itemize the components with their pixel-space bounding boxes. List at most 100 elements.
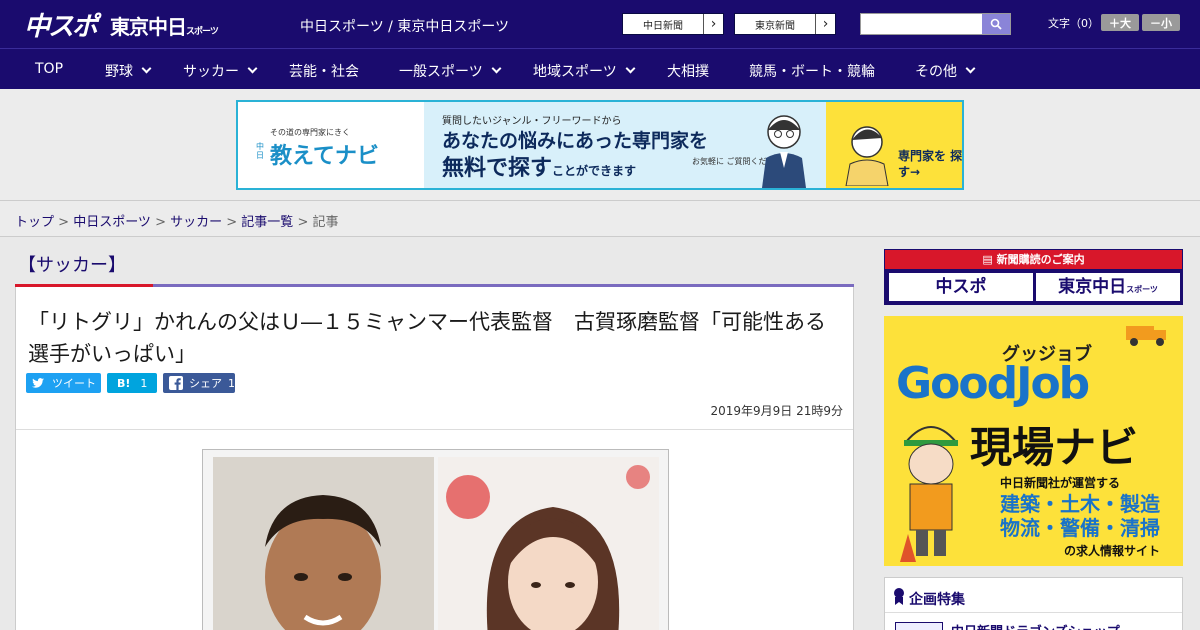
tweet-button[interactable]: ツイート bbox=[26, 373, 101, 393]
nav-item-entertainment[interactable]: 芸能・社会 bbox=[289, 61, 359, 81]
truck-icon bbox=[1126, 326, 1166, 346]
man-portrait bbox=[213, 457, 434, 630]
breadcrumb-separator: > bbox=[222, 215, 242, 230]
paper-link-label: 東京新聞 bbox=[755, 20, 795, 32]
subscribe-tokyo-label: 東京中日 bbox=[1058, 277, 1127, 297]
nav-item-label: 大相撲 bbox=[667, 64, 709, 80]
businessman-illustration bbox=[762, 115, 806, 188]
tokyo-chunichi-logo-small: スポーツ bbox=[186, 27, 219, 37]
ad-line1: 中日新聞社が運営する bbox=[1000, 476, 1121, 490]
banner-line2: あなたの悩みにあった専門家を bbox=[442, 130, 709, 152]
banner-line3: 無料で探すことができます bbox=[442, 150, 636, 182]
goodjob-ad[interactable]: グッジョブ GoodJob 現場ナビ 中日新聞社が運営する 建築・土木・製造 物… bbox=[884, 316, 1183, 566]
article-title: 「リトグリ」かれんの父はＵ―１５ミャンマー代表監督 古賀琢磨監督「可能性ある選手… bbox=[28, 310, 826, 366]
oshiete-navi-banner[interactable]: その道の専門家にきく 中日 教えてナビ 質問したいジャンル・フリーワードから あ… bbox=[236, 100, 964, 190]
photo-karen bbox=[438, 457, 659, 630]
banner-area: その道の専門家にきく 中日 教えてナビ 質問したいジャンル・フリーワードから あ… bbox=[0, 89, 1200, 201]
nav-item-baseball[interactable]: 野球 bbox=[105, 61, 152, 81]
tokyo-chunichi-logo[interactable]: 東京中日スポーツ bbox=[110, 11, 219, 40]
newspaper-icon: ▤ bbox=[982, 253, 997, 266]
banner-logo: 教えてナビ bbox=[270, 144, 379, 169]
nav-item-general-sports[interactable]: 一般スポーツ bbox=[399, 61, 502, 81]
nav-item-local-sports[interactable]: 地域スポーツ bbox=[533, 61, 636, 81]
nav-item-label: 野球 bbox=[105, 64, 133, 80]
banner-logo-prefix: 中日 bbox=[256, 142, 264, 160]
feature-divider bbox=[885, 612, 1182, 613]
chevron-down-icon bbox=[491, 63, 502, 74]
nav-item-racing[interactable]: 競馬・ボート・競輪 bbox=[749, 61, 875, 81]
hatena-count: 1 bbox=[140, 376, 148, 390]
chevron-down-icon bbox=[141, 63, 152, 74]
nav-item-sumo[interactable]: 大相撲 bbox=[667, 61, 709, 81]
top-header: 中スポ 東京中日スポーツ 中日スポーツ / 東京中日スポーツ 中日新聞 › 東京… bbox=[0, 0, 1200, 48]
chevron-right-icon: › bbox=[815, 14, 835, 34]
subscribe-tokyo-button[interactable]: 東京中日スポーツ bbox=[1036, 273, 1180, 301]
ad-title: 現場ナビ bbox=[970, 423, 1139, 472]
chevron-down-icon bbox=[965, 63, 976, 74]
breadcrumb-soccer[interactable]: サッカー bbox=[170, 215, 222, 230]
woman-portrait bbox=[438, 457, 659, 630]
breadcrumb-separator: > bbox=[293, 215, 313, 230]
breadcrumb: トップ > 中日スポーツ > サッカー > 記事一覧 > 記事 bbox=[0, 201, 1200, 237]
tokyo-shimbun-link[interactable]: 東京新聞 › bbox=[734, 13, 836, 35]
hatena-bookmark-button[interactable]: B! 1 bbox=[107, 373, 157, 393]
search-button[interactable] bbox=[982, 14, 1010, 34]
banner-logo-panel: その道の専門家にきく 中日 教えてナビ bbox=[238, 102, 424, 188]
breadcrumb-separator: > bbox=[150, 215, 171, 230]
ad-brand: GoodJob bbox=[896, 358, 1090, 409]
nav-item-other[interactable]: その他 bbox=[915, 61, 976, 81]
subscribe-box: ▤ 新聞購読のご案内 中スポ 東京中日スポーツ bbox=[884, 249, 1183, 305]
nav-item-top[interactable]: TOP bbox=[35, 61, 63, 77]
nav-item-soccer[interactable]: サッカー bbox=[183, 61, 258, 81]
chevron-down-icon bbox=[247, 63, 258, 74]
nav-item-label: 地域スポーツ bbox=[533, 64, 617, 80]
breadcrumb-article-list[interactable]: 記事一覧 bbox=[241, 215, 293, 230]
article-divider bbox=[16, 429, 853, 430]
ad-line4: の求人情報サイト bbox=[1064, 544, 1161, 558]
tweet-label: ツイート bbox=[52, 377, 96, 390]
worker-illustration bbox=[900, 426, 959, 562]
font-smaller-button[interactable]: －小 bbox=[1142, 14, 1180, 31]
banner-cta-panel: 専門家を 探す→ bbox=[826, 102, 962, 188]
facebook-share-button[interactable]: シェア 1 bbox=[163, 373, 235, 393]
ad-line3: 物流・警備・清掃 bbox=[1000, 516, 1160, 540]
breadcrumb-chunichi-sports[interactable]: 中日スポーツ bbox=[73, 215, 151, 230]
photo-coach bbox=[213, 457, 434, 630]
chevron-down-icon bbox=[625, 63, 636, 74]
search-icon bbox=[990, 18, 1002, 30]
twitter-icon bbox=[32, 378, 44, 388]
banner-cta[interactable]: 専門家を 探す→ bbox=[898, 148, 962, 180]
paper-link-label: 中日新聞 bbox=[643, 20, 683, 32]
subscribe-header-label: 新聞購読のご案内 bbox=[996, 253, 1085, 266]
hatena-icon: B! bbox=[117, 376, 131, 390]
ad-line2: 建築・土木・製造 bbox=[1000, 492, 1160, 516]
nav-item-label: サッカー bbox=[183, 64, 239, 80]
article-photo[interactable] bbox=[202, 449, 669, 630]
breadcrumb-current: 記事 bbox=[312, 215, 339, 230]
category-heading: 【サッカー】 bbox=[18, 255, 126, 276]
facebook-share-count: 1 bbox=[228, 376, 235, 390]
font-bigger-button[interactable]: ＋大 bbox=[1101, 14, 1139, 31]
font-size-label: 文字（0） bbox=[1048, 17, 1099, 30]
banner-line3-big: 無料で探す bbox=[442, 156, 553, 181]
nav-item-label: TOP bbox=[35, 61, 64, 77]
banner-copy-panel: 質問したいジャンル・フリーワードから あなたの悩みにあった専門家を 無料で探すこ… bbox=[424, 102, 826, 188]
article-date: 2019年9月9日 21時9分 bbox=[710, 404, 843, 418]
subscribe-chuspo-button[interactable]: 中スポ bbox=[889, 273, 1033, 301]
facebook-share-label: シェア bbox=[189, 377, 222, 390]
nav-item-label: 一般スポーツ bbox=[399, 64, 483, 80]
banner-line1: 質問したいジャンル・フリーワードから bbox=[442, 116, 622, 127]
feature-item-dragons-shop[interactable]: 中日新聞ドラゴンズショップ bbox=[951, 621, 1120, 630]
main-nav: TOP 野球 サッカー 芸能・社会 一般スポーツ 地域スポーツ 大相撲 競馬・ボ… bbox=[0, 48, 1200, 89]
nav-item-label: 芸能・社会 bbox=[289, 64, 359, 80]
banner-tagline: その道の専門家にきく bbox=[270, 128, 350, 137]
nav-item-label: その他 bbox=[915, 64, 957, 80]
article-card: 「リトグリ」かれんの父はＵ―１５ミャンマー代表監督 古賀琢磨監督「可能性ある選手… bbox=[15, 287, 854, 630]
site-title[interactable]: 中日スポーツ / 東京中日スポーツ bbox=[300, 16, 509, 36]
dragons-shop-thumbnail[interactable] bbox=[895, 622, 943, 630]
chuspo-logo[interactable]: 中スポ bbox=[24, 6, 98, 43]
breadcrumb-top[interactable]: トップ bbox=[15, 215, 54, 230]
banner-line3-small: ことができます bbox=[552, 164, 637, 178]
chunichi-shimbun-link[interactable]: 中日新聞 › bbox=[622, 13, 724, 35]
search-input[interactable] bbox=[860, 13, 1011, 35]
